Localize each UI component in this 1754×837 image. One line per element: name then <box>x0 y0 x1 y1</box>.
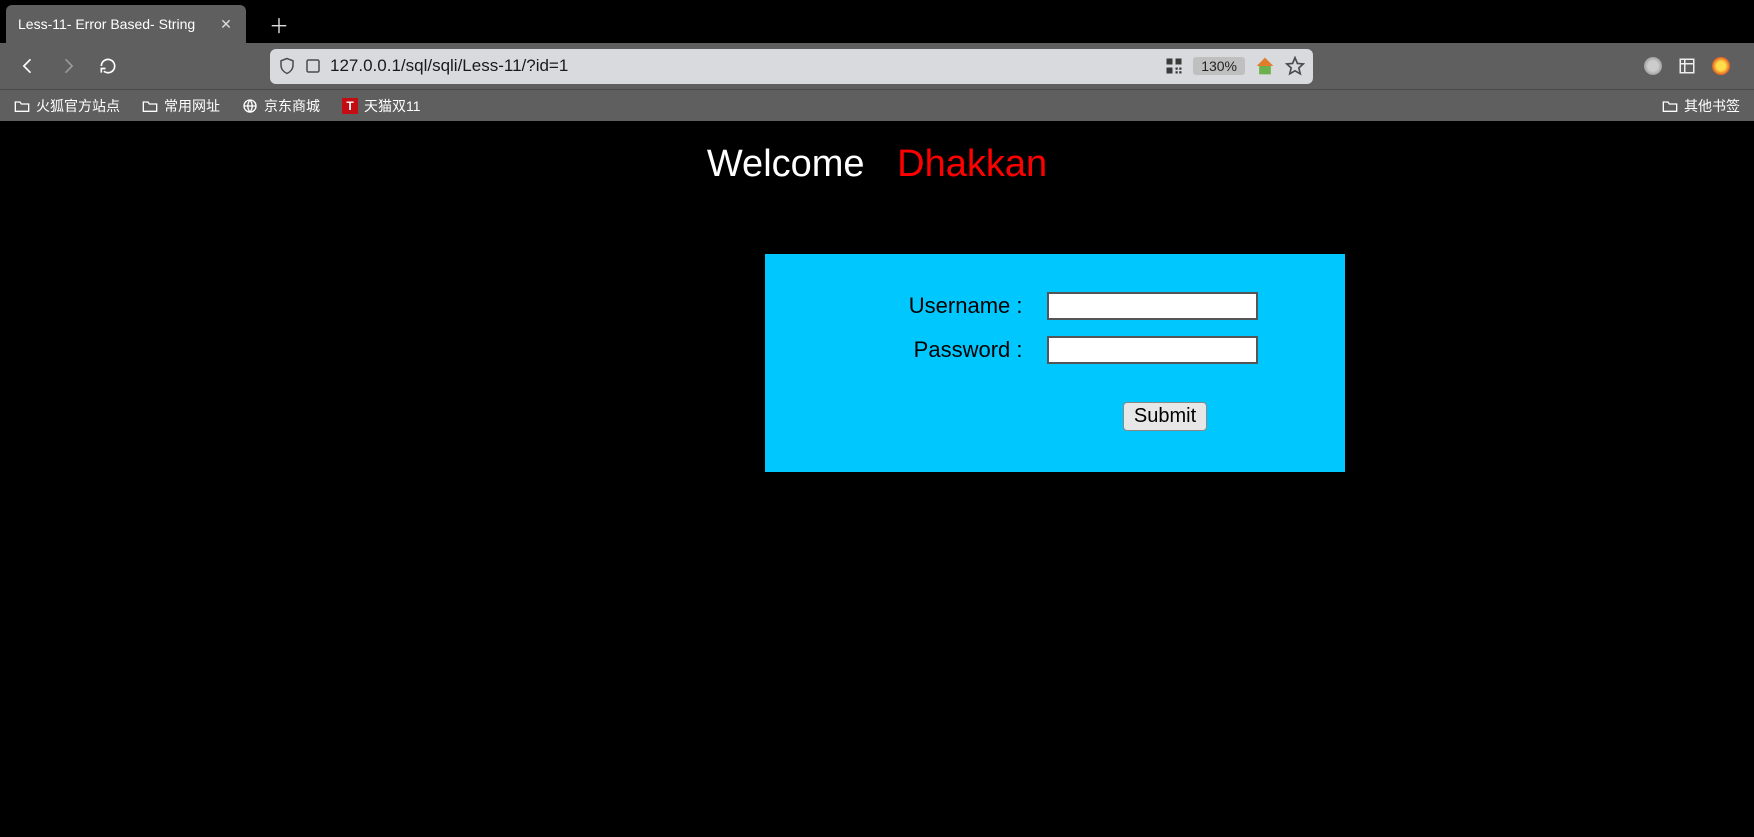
address-bar[interactable]: 127.0.0.1/sql/sqli/Less-11/?id=1 130% <box>270 49 1313 84</box>
page-title: Welcome Dhakkan <box>0 143 1754 186</box>
bookmark-item[interactable]: T 天猫双11 <box>342 96 421 116</box>
tab-strip: Less-11- Error Based- String ✕ ＋ <box>0 0 1754 43</box>
browser-tab[interactable]: Less-11- Error Based- String ✕ <box>6 5 246 43</box>
username-label: Username : <box>853 293 1023 319</box>
bookmarks-bar: 火狐官方站点 常用网址 京东商城 T 天猫双11 其他书签 <box>0 89 1754 121</box>
submit-button[interactable]: Submit <box>1123 402 1207 431</box>
bookmark-label: 常用网址 <box>164 96 220 116</box>
url-text: 127.0.0.1/sql/sqli/Less-11/?id=1 <box>330 56 1157 76</box>
tmall-icon: T <box>342 98 358 114</box>
bookmark-item[interactable]: 京东商城 <box>242 96 320 116</box>
bookmark-item[interactable]: 火狐官方站点 <box>14 96 120 116</box>
close-icon[interactable]: ✕ <box>218 16 234 32</box>
extension-icon-1[interactable] <box>1644 57 1662 75</box>
welcome-text: Welcome <box>707 143 865 185</box>
tab-title: Less-11- Error Based- String <box>18 16 210 32</box>
page-viewport: Welcome Dhakkan Username : Password : Su… <box>0 121 1754 837</box>
home-icon[interactable] <box>1255 56 1275 76</box>
login-form: Username : Password : Submit <box>765 254 1345 472</box>
back-button[interactable] <box>10 48 46 84</box>
bookmark-label: 京东商城 <box>264 96 320 116</box>
name-text: Dhakkan <box>897 143 1047 185</box>
reload-button[interactable] <box>90 48 126 84</box>
bookmark-star-icon[interactable] <box>1285 56 1305 76</box>
password-input[interactable] <box>1047 336 1258 364</box>
extension-icon-3[interactable] <box>1712 57 1730 75</box>
new-tab-button[interactable]: ＋ <box>264 9 294 39</box>
bookmark-label: 天猫双11 <box>364 96 421 116</box>
extension-icon-2[interactable] <box>1678 57 1696 75</box>
other-bookmarks[interactable]: 其他书签 <box>1662 96 1740 116</box>
qr-icon[interactable] <box>1165 57 1183 75</box>
zoom-level[interactable]: 130% <box>1193 57 1245 75</box>
username-input[interactable] <box>1047 292 1258 320</box>
nav-toolbar: 127.0.0.1/sql/sqli/Less-11/?id=1 130% <box>0 43 1754 89</box>
bookmark-item[interactable]: 常用网址 <box>142 96 220 116</box>
page-info-icon <box>304 57 322 75</box>
password-label: Password : <box>853 337 1023 363</box>
forward-button[interactable] <box>50 48 86 84</box>
bookmark-label: 其他书签 <box>1684 96 1740 116</box>
shield-icon <box>278 57 296 75</box>
bookmark-label: 火狐官方站点 <box>36 96 120 116</box>
